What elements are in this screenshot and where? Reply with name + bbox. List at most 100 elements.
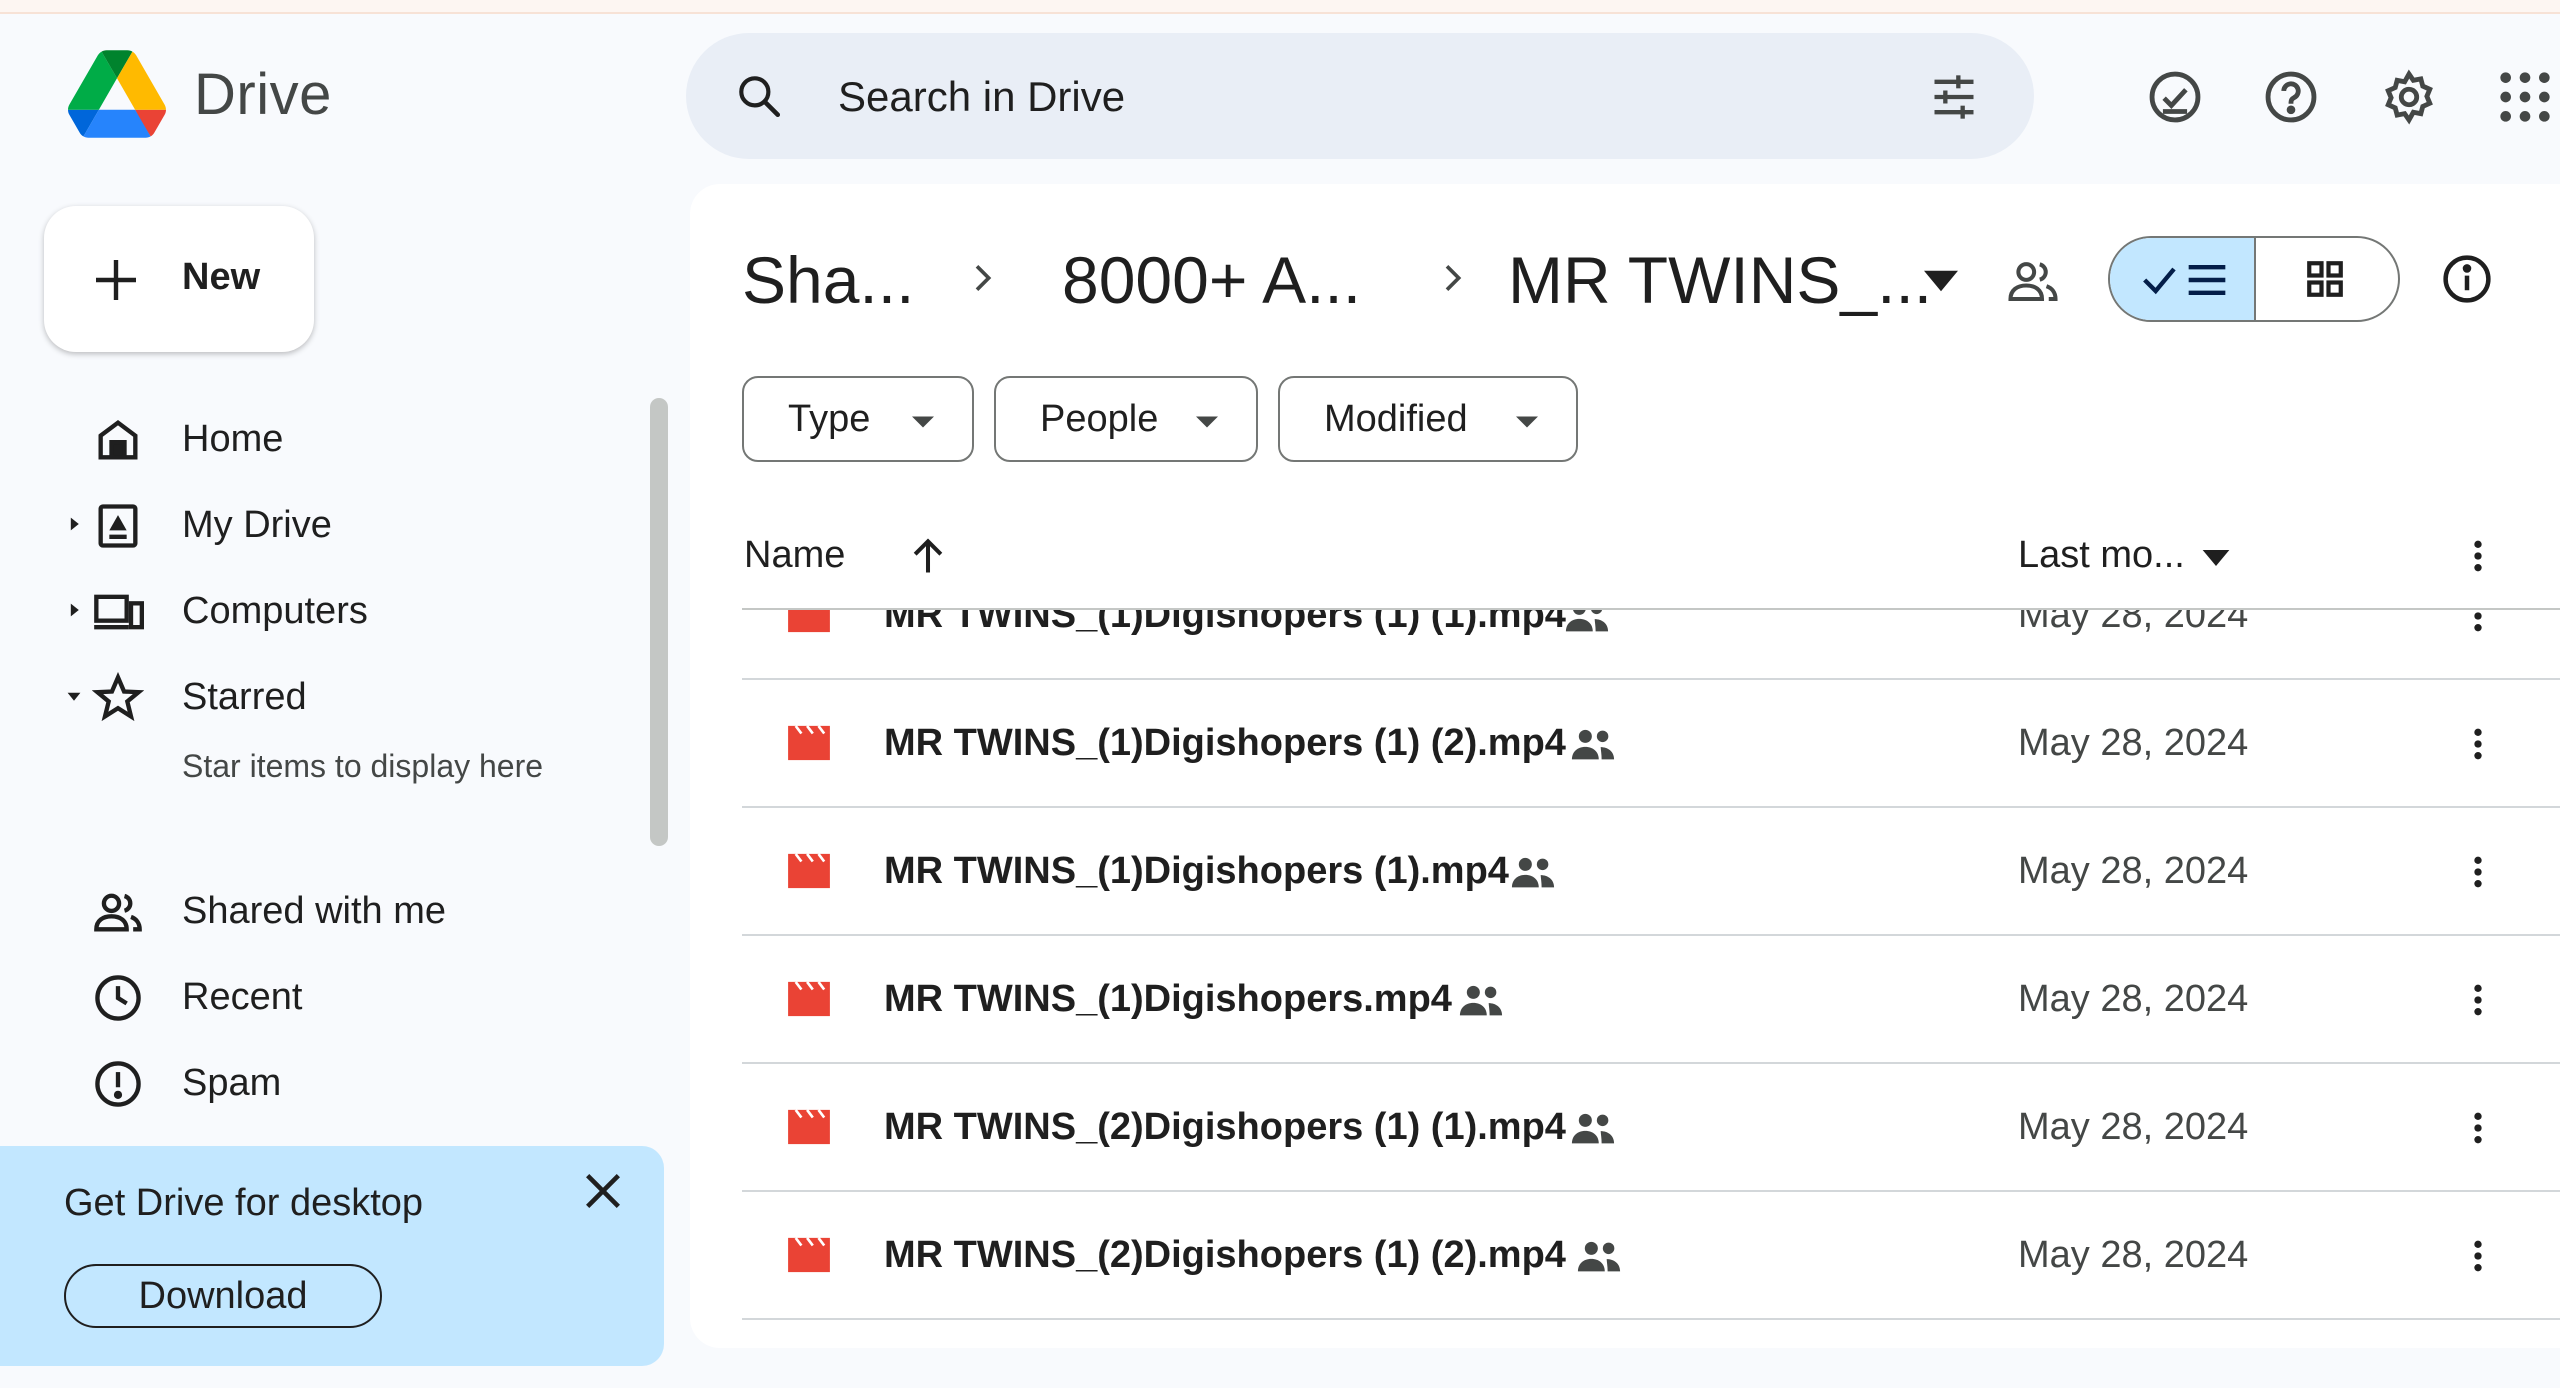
search-icon[interactable] (734, 71, 784, 121)
dropdown-arrow-icon (912, 416, 934, 428)
starred-hint: Star items to display here (182, 748, 544, 784)
more-vert-icon[interactable] (2458, 536, 2498, 576)
top-strip (0, 0, 2560, 14)
star-icon (92, 672, 144, 722)
video-file-icon (788, 725, 830, 761)
video-file-icon (788, 1109, 830, 1145)
modified-filter-chip[interactable]: Modified (1278, 376, 1578, 462)
search-input[interactable]: Search in Drive (838, 73, 1125, 121)
file-modified-date: May 28, 2024 (2018, 978, 2249, 1020)
dropdown-arrow-icon (1196, 416, 1218, 428)
ready-for-offline-icon[interactable] (2146, 68, 2204, 126)
folder-menu-dropdown-icon[interactable] (1924, 270, 1958, 292)
close-icon[interactable] (580, 1168, 626, 1214)
chip-label: People (1040, 398, 1159, 440)
sidebar-item-computers[interactable]: Computers (0, 570, 640, 650)
file-name[interactable]: MR TWINS_(1)Digishopers (1) (1).mp4 (884, 610, 1566, 637)
search-options-icon[interactable] (1928, 71, 1980, 123)
more-vert-icon[interactable] (2458, 610, 2498, 636)
plus-icon (96, 260, 136, 300)
app-name: Drive (194, 61, 332, 127)
sidebar-item-label: Spam (182, 1062, 282, 1104)
shared-people-icon (1565, 610, 1609, 632)
home-icon (98, 419, 138, 460)
more-vert-icon[interactable] (2458, 980, 2498, 1020)
people-filter-chip[interactable]: People (994, 376, 1258, 462)
file-name[interactable]: MR TWINS_(1)Digishopers (1) (2).mp4 (884, 722, 1566, 765)
sidebar-item-label: Computers (182, 590, 368, 632)
video-file-icon (788, 610, 830, 633)
file-modified-date: May 28, 2024 (2018, 850, 2249, 892)
collapse-caret-icon[interactable] (66, 688, 82, 704)
bottom-edge (0, 1378, 2560, 1388)
breadcrumb-current-folder[interactable]: MR TWINS_... (1508, 242, 1932, 318)
grid-view-icon[interactable] (2304, 258, 2346, 300)
table-row[interactable]: MR TWINS_(1)Digishopers (1) (1).mp4 May … (742, 610, 2560, 680)
name-column-header[interactable]: Name (744, 534, 845, 577)
sidebar-item-home[interactable]: Home (0, 398, 640, 478)
sidebar-item-label: Recent (182, 976, 303, 1018)
file-name[interactable]: MR TWINS_(2)Digishopers (1) (1).mp4 (884, 1106, 1566, 1149)
list-view-icon (2143, 264, 2226, 296)
new-button[interactable]: New (44, 206, 314, 352)
promo-title: Get Drive for desktop (64, 1182, 424, 1224)
expand-caret-icon[interactable] (66, 602, 82, 618)
video-file-icon (788, 981, 830, 1017)
shared-people-icon (1459, 985, 1503, 1016)
file-modified-date: May 28, 2024 (2018, 1234, 2249, 1276)
new-button-label: New (182, 256, 261, 298)
table-row[interactable]: MR TWINS_(2)Digishopers (1) (2).mp4 May … (742, 1192, 2560, 1320)
more-vert-icon[interactable] (2458, 1236, 2498, 1276)
table-row[interactable]: MR TWINS_(1)Digishopers.mp4 May 28, 2024 (742, 936, 2560, 1064)
sidebar-item-label: Starred (182, 676, 307, 718)
sidebar-scrollbar[interactable] (650, 398, 668, 846)
sort-ascending-icon[interactable] (906, 534, 950, 578)
search-bar[interactable]: Search in Drive (686, 33, 2034, 159)
help-icon[interactable] (2262, 68, 2320, 126)
sidebar-item-recent[interactable]: Recent (0, 956, 640, 1036)
dropdown-arrow-icon[interactable] (2202, 550, 2230, 566)
more-vert-icon[interactable] (2458, 1108, 2498, 1148)
file-modified-date: May 28, 2024 (2018, 610, 2249, 636)
shared-people-icon (1577, 1241, 1621, 1272)
file-name[interactable]: MR TWINS_(1)Digishopers (1).mp4 (884, 850, 1509, 893)
file-name[interactable]: MR TWINS_(1)Digishopers.mp4 (884, 978, 1452, 1021)
sidebar-item-my-drive[interactable]: My Drive (0, 484, 640, 564)
breadcrumb-item[interactable]: 8000+ A... (1062, 242, 1361, 318)
file-browser-panel: Sha... 8000+ A... MR TWINS_... Type Peop… (690, 184, 2560, 1348)
file-modified-date: May 28, 2024 (2018, 722, 2249, 764)
manage-access-icon[interactable] (2006, 254, 2060, 308)
settings-icon[interactable] (2380, 68, 2438, 126)
dropdown-arrow-icon (1516, 416, 1538, 428)
drive-logo-icon (68, 50, 166, 138)
table-row[interactable]: MR TWINS_(2)Digishopers (1) (1).mp4 May … (742, 1064, 2560, 1192)
sidebar-item-spam[interactable]: Spam (0, 1042, 640, 1122)
info-icon[interactable] (2440, 252, 2494, 306)
shared-people-icon (1571, 1113, 1615, 1144)
breadcrumb-item[interactable]: Sha... (742, 242, 914, 318)
type-filter-chip[interactable]: Type (742, 376, 974, 462)
chip-label: Modified (1324, 398, 1468, 440)
drive-logo[interactable]: Drive (68, 50, 332, 138)
more-vert-icon[interactable] (2458, 724, 2498, 764)
download-button[interactable]: Download (64, 1264, 382, 1328)
apps-grid-icon[interactable] (2496, 68, 2554, 126)
sidebar-item-label: Shared with me (182, 890, 447, 932)
table-row[interactable]: MR TWINS_(1)Digishopers (1).mp4 May 28, … (742, 808, 2560, 936)
more-vert-icon[interactable] (2458, 852, 2498, 892)
list-view-button[interactable] (2110, 238, 2256, 320)
file-list: MR TWINS_(1)Digishopers (1) (1).mp4 May … (690, 610, 2560, 1348)
table-row[interactable]: MR TWINS_(1)Digishopers (1) (2).mp4 May … (742, 680, 2560, 808)
shared-people-icon (1511, 857, 1555, 888)
sidebar-item-label: My Drive (182, 504, 332, 546)
sidebar-item-shared-with-me[interactable]: Shared with me (0, 870, 640, 950)
sidebar-item-starred[interactable]: Starred (0, 656, 640, 736)
expand-caret-icon[interactable] (66, 516, 82, 532)
video-file-icon (788, 853, 830, 889)
view-toggle (2108, 236, 2400, 322)
my-drive-icon (98, 504, 138, 548)
spam-icon (95, 1061, 141, 1107)
last-modified-column-header[interactable]: Last mo... (2018, 534, 2185, 577)
file-name[interactable]: MR TWINS_(2)Digishopers (1) (2).mp4 (884, 1234, 1566, 1277)
shared-people-icon (1571, 729, 1615, 760)
